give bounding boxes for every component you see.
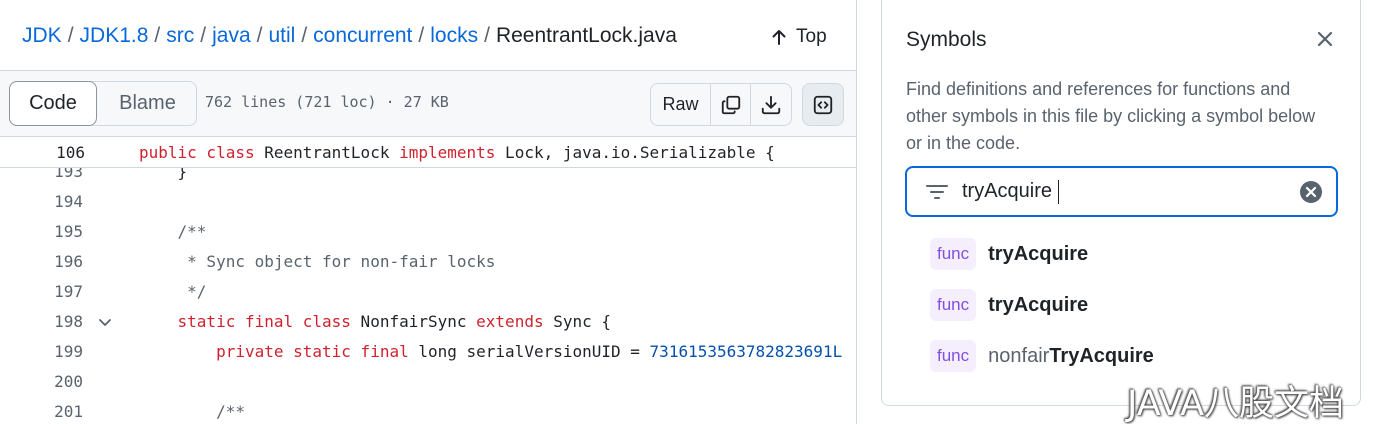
code-line: 197 */ [0, 275, 856, 305]
line-number[interactable]: 198 [0, 312, 83, 331]
symbol-name-match: TryAcquire [1049, 344, 1154, 367]
breadcrumb-separator: / [154, 24, 161, 47]
copy-icon [721, 95, 740, 114]
code-token: static final class [139, 312, 351, 331]
code-token: 7316153563782823691L [649, 342, 843, 361]
code-token: NonfairSync [350, 312, 477, 331]
chevron-down-icon[interactable] [97, 314, 113, 330]
line-number[interactable]: 197 [0, 282, 83, 301]
code-text: */ [139, 282, 206, 301]
line-number[interactable]: 106 [0, 143, 85, 162]
copy-raw-button[interactable] [711, 84, 751, 125]
top-button-label: Top [796, 26, 827, 47]
breadcrumb-link-java[interactable]: java [212, 24, 251, 47]
breadcrumb-separator: / [484, 24, 490, 47]
breadcrumb-link-src[interactable]: src [166, 24, 194, 47]
code-token: * Sync object for non-fair locks [139, 252, 496, 271]
download-icon [761, 95, 781, 114]
code-token: /** [139, 402, 245, 421]
code-token: /** [139, 222, 207, 241]
raw-button[interactable]: Raw [651, 84, 711, 125]
breadcrumb-separator: / [67, 24, 74, 47]
symbol-result-item[interactable]: func nonfairTryAcquire [930, 338, 1154, 374]
panel-title: Symbols [906, 28, 987, 51]
code-line: 200 [0, 365, 856, 395]
sticky-line[interactable]: 106 public class ReentrantLock implement… [0, 137, 856, 168]
symbol-kind-badge: func [930, 340, 977, 372]
file-actions-group: Raw [650, 83, 792, 126]
breadcrumb-separator: / [418, 24, 425, 47]
symbol-filter-input[interactable] [962, 168, 1292, 215]
code-token: Sync { [543, 312, 612, 331]
code-text: private static final long serialVersionU… [139, 342, 842, 361]
breadcrumb-link-jdk18[interactable]: JDK1.8 [80, 24, 149, 47]
symbol-name: tryAcquire [988, 294, 1088, 317]
line-number[interactable]: 200 [0, 372, 83, 391]
code-line: 201 /** [0, 395, 856, 424]
symbol-kind-badge: func [930, 289, 977, 321]
code-text: public class ReentrantLock implements Lo… [139, 143, 775, 162]
symbol-name-prefix: nonfair [988, 344, 1050, 367]
code-token: Lock, java.io.Serializable { [495, 143, 775, 162]
code-line: 196 * Sync object for non-fair locks [0, 245, 856, 275]
line-number[interactable]: 201 [0, 402, 83, 421]
symbol-name-match: tryAcquire [988, 242, 1089, 265]
code-token: public class [139, 143, 255, 162]
download-button[interactable] [751, 84, 791, 125]
breadcrumb-link-concurrent[interactable]: concurrent [313, 24, 412, 47]
line-number[interactable]: 194 [0, 192, 83, 211]
breadcrumb-link-util[interactable]: util [268, 24, 295, 47]
clear-circle-icon[interactable] [1299, 180, 1323, 204]
code-line: 194 [0, 185, 856, 215]
tab-blame[interactable]: Blame [98, 82, 197, 125]
symbols-panel-toggle[interactable] [802, 83, 844, 126]
symbol-name-match: tryAcquire [988, 293, 1089, 316]
code-lines: 193 } 194 195 /** 196 * Sync object for non… [0, 155, 856, 424]
panel-description: Find definitions and references for func… [906, 79, 1316, 153]
line-number[interactable]: 199 [0, 342, 83, 361]
code-token: implements [399, 143, 496, 162]
tab-code[interactable]: Code [9, 81, 97, 126]
arrow-up-icon [772, 30, 786, 45]
code-text: static final class NonfairSync extends S… [139, 312, 612, 331]
symbol-result-item[interactable]: func tryAcquire [930, 236, 1088, 272]
file-toolbar: Code Blame 762 lines (721 loc) · 27 KB R… [0, 70, 856, 137]
code-line: 199 private static final long serialVers… [0, 335, 856, 365]
breadcrumb-current-file: ReentrantLock.java [495, 24, 677, 47]
breadcrumb-link-jdk[interactable]: JDK [22, 24, 62, 47]
symbol-filter-field[interactable] [905, 166, 1338, 217]
code-text: /** [139, 222, 207, 241]
code-token: long serialVersionUID = [408, 342, 650, 361]
line-number[interactable]: 196 [0, 252, 83, 271]
breadcrumb-link-locks[interactable]: locks [430, 24, 478, 47]
top-button[interactable]: Top [770, 22, 827, 52]
text-caret [1058, 180, 1059, 204]
code-token: private static final [139, 342, 409, 361]
filter-icon [926, 185, 948, 199]
code-line: 198 static final class NonfairSync exten… [0, 305, 856, 335]
symbols-panel: Symbols Find definitions and references … [881, 0, 1361, 406]
watermark: JAVA八股文档 [1127, 384, 1345, 424]
line-number[interactable]: 195 [0, 222, 83, 241]
code-token: */ [139, 282, 207, 301]
breadcrumb: JDK / JDK1.8/src / java / util / concurrent / lock… [22, 22, 677, 50]
symbol-result-item[interactable]: func tryAcquire [930, 287, 1088, 323]
code-text: * Sync object for non-fair locks [139, 252, 495, 271]
symbol-name: tryAcquire [988, 243, 1088, 266]
code-token: ReentrantLock [254, 143, 400, 162]
file-info: 762 lines (721 loc) · 27 KB [205, 93, 449, 111]
breadcrumb-separator: / [256, 24, 263, 47]
symbol-name: nonfairTryAcquire [988, 345, 1154, 368]
code-square-icon [813, 95, 833, 114]
breadcrumb-separator: / [301, 24, 308, 47]
symbol-kind-badge: func [930, 238, 977, 270]
view-mode-switch: Code Blame [9, 81, 197, 126]
code-text: /** [139, 402, 245, 421]
close-icon[interactable] [1314, 28, 1336, 50]
breadcrumb-separator: / [200, 24, 207, 47]
code-token: extends [476, 312, 544, 331]
code-line: 195 /** [0, 215, 856, 245]
code-view-pane: JDK / JDK1.8/src / java / util / concurrent / lock… [0, 0, 857, 424]
